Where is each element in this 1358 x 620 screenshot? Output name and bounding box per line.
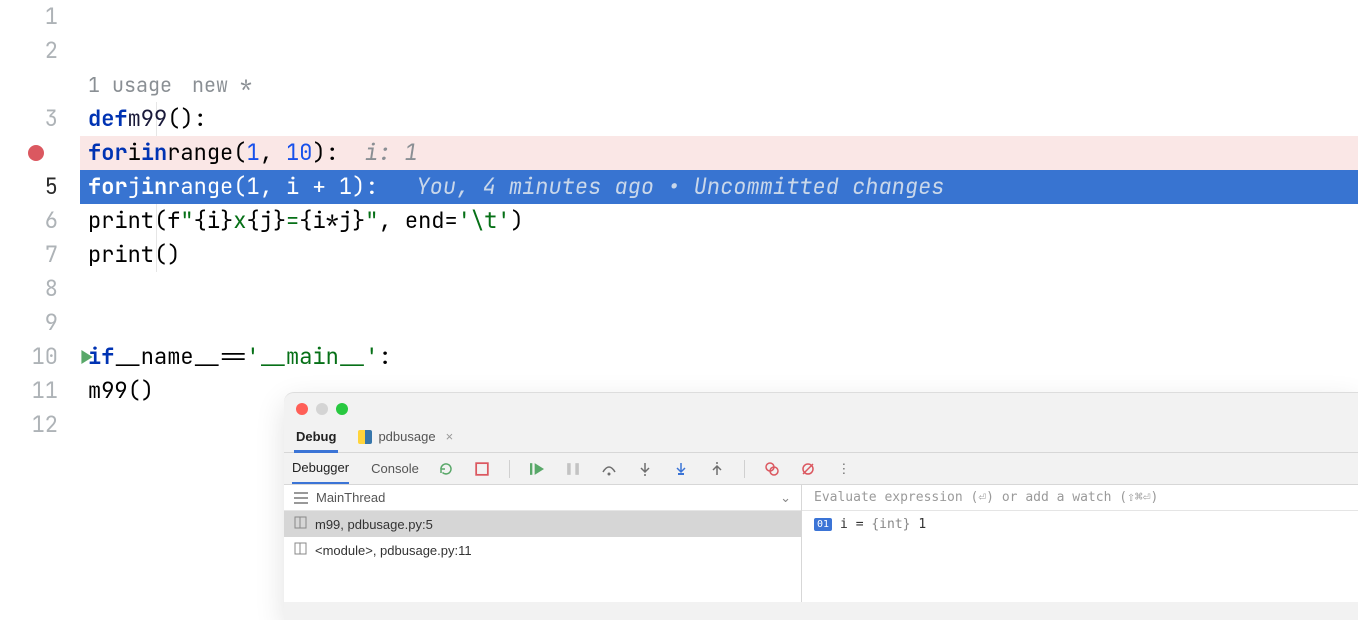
gutter-line[interactable]: 1: [0, 0, 80, 34]
step-into-my-code-icon[interactable]: [672, 460, 690, 478]
gutter-line[interactable]: 8: [0, 272, 80, 306]
stack-frame[interactable]: m99, pdbusage.py:5: [284, 511, 801, 537]
stack-frame[interactable]: <module>, pdbusage.py:11: [284, 537, 801, 563]
mute-breakpoints-icon[interactable]: [799, 460, 817, 478]
variable-text: i = {int} 1: [840, 517, 926, 532]
step-over-icon[interactable]: [600, 460, 618, 478]
chevron-down-icon[interactable]: ⌄: [780, 490, 791, 506]
window-controls: [284, 393, 1358, 421]
gutter: 1 2 3 5 6 7 8 9 10 11 12: [0, 0, 80, 442]
debug-panel: Debug pdbusage × Debugger Console ⋮: [284, 392, 1358, 620]
frame-label: <module>, pdbusage.py:11: [315, 543, 472, 558]
pause-icon: [564, 460, 582, 478]
gutter-line[interactable]: 9: [0, 306, 80, 340]
source-label[interactable]: new *: [192, 68, 252, 102]
gutter-line[interactable]: 3: [0, 102, 80, 136]
code-line[interactable]: [80, 272, 1358, 306]
more-icon[interactable]: ⋮: [835, 460, 853, 478]
gutter-line[interactable]: 2: [0, 34, 80, 68]
debug-toolbar: Debugger Console ⋮: [284, 453, 1358, 485]
gutter-line[interactable]: 5: [0, 170, 80, 204]
inline-var-hint: i: 1: [365, 136, 418, 170]
gutter-line[interactable]: 6: [0, 204, 80, 238]
code-line[interactable]: [80, 0, 1358, 34]
var-type-badge: 01: [814, 518, 832, 531]
close-window-icon[interactable]: [296, 403, 308, 415]
stop-icon[interactable]: [473, 460, 491, 478]
code-line[interactable]: print(f"{i}x{j}={i*j}", end='\t'): [80, 204, 1358, 238]
frames-panel: MainThread ⌄ m99, pdbusage.py:5 <module>…: [284, 485, 802, 602]
code-editor[interactable]: 1 2 3 5 6 7 8 9 10 11 12 1 usage new * d…: [0, 0, 1358, 442]
code-line[interactable]: [80, 306, 1358, 340]
zoom-window-icon[interactable]: [336, 403, 348, 415]
code-area[interactable]: 1 usage new * def m99(): for i in range(…: [80, 0, 1358, 442]
debug-tabs: Debug pdbusage ×: [284, 421, 1358, 453]
line-number: 10: [32, 342, 58, 371]
minimize-window-icon[interactable]: [316, 403, 328, 415]
code-line[interactable]: [80, 34, 1358, 68]
step-into-icon[interactable]: [636, 460, 654, 478]
usages-count[interactable]: 1 usage: [88, 68, 172, 102]
close-icon[interactable]: ×: [446, 429, 454, 444]
gutter-line[interactable]: 11: [0, 374, 80, 408]
separator: [509, 460, 510, 478]
usages-hint[interactable]: 1 usage new *: [80, 68, 1358, 102]
thread-name: MainThread: [316, 490, 385, 505]
frame-label: m99, pdbusage.py:5: [315, 517, 433, 532]
tab-debug[interactable]: Debug: [296, 421, 336, 452]
git-blame-annotation: You, 4 minutes ago • Uncommitted changes: [416, 170, 944, 204]
gutter-line-hint: [0, 68, 80, 102]
breakpoint-icon[interactable]: [28, 145, 44, 161]
code-line[interactable]: print(): [80, 238, 1358, 272]
variables-panel: Evaluate expression (⏎) or add a watch (…: [802, 485, 1358, 602]
stack-frame-icon: [294, 542, 307, 558]
code-line[interactable]: def m99():: [80, 102, 1358, 136]
tab-debugger[interactable]: Debugger: [292, 454, 349, 484]
variable-row[interactable]: 01 i = {int} 1: [802, 511, 1358, 537]
stack-frame-icon: [294, 516, 307, 532]
code-line-current[interactable]: for j in range(1, i + 1):You, 4 minutes …: [80, 170, 1358, 204]
code-line-breakpoint[interactable]: for i in range(1, 10):i: 1: [80, 136, 1358, 170]
rerun-icon[interactable]: [437, 460, 455, 478]
threads-icon: [294, 492, 308, 504]
step-out-icon[interactable]: [708, 460, 726, 478]
thread-selector[interactable]: MainThread ⌄: [284, 485, 801, 511]
python-file-icon: [358, 430, 372, 444]
code-line[interactable]: if __name__ == '__main__':: [80, 340, 1358, 374]
tab-console[interactable]: Console: [371, 454, 419, 484]
run-config-name: pdbusage: [378, 429, 435, 444]
resume-icon[interactable]: [528, 460, 546, 478]
evaluate-expression-input[interactable]: Evaluate expression (⏎) or add a watch (…: [802, 485, 1358, 511]
separator: [744, 460, 745, 478]
gutter-line-breakpoint[interactable]: [0, 136, 80, 170]
gutter-line[interactable]: 10: [0, 340, 80, 374]
view-breakpoints-icon[interactable]: [763, 460, 781, 478]
gutter-line[interactable]: 7: [0, 238, 80, 272]
tab-run-config[interactable]: pdbusage ×: [358, 421, 453, 452]
gutter-line[interactable]: 12: [0, 408, 80, 442]
